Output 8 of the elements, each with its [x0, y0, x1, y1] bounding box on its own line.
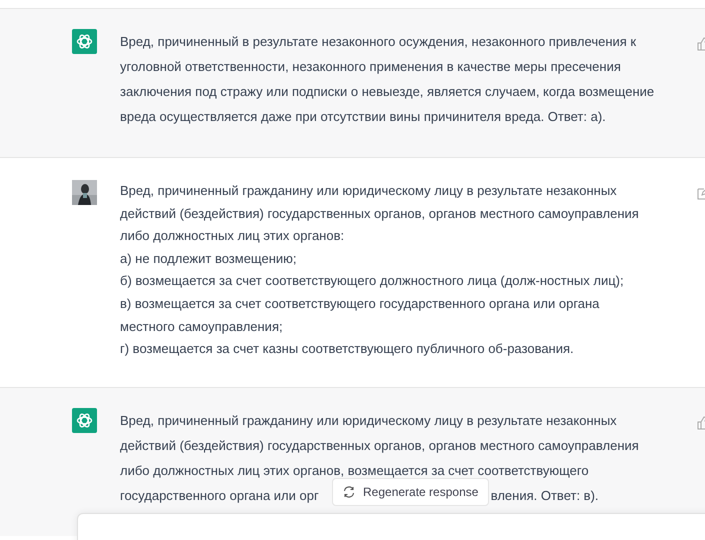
- message-text: вления. Ответ: в).: [490, 486, 599, 505]
- assistant-logo-icon: [72, 29, 97, 54]
- refresh-icon: [343, 486, 355, 498]
- assistant-logo-icon: [72, 408, 97, 433]
- message-text: Вред, причиненный гражданину или юридическому лицу в результате незаконных действий (бездействия) государственных органов, органов местного самоуправления либо должностных лиц этих органов: а) не подлежит возмещению; б) возмещается за счет соответствующего должностного лица (долж-ностных лиц); в) возмещается за счет соответствующего государственного органа или органа местного самоуправления; г) возмещается за счет казны соответствующего публичного об-разования.: [120, 182, 639, 358]
- message-text: Вред, причиненный в результате незаконного осуждения, незаконного привлечения к уголовной ответственности, незаконного применения в качестве меры пресечения заключения под стражу или подписки о невыезде, является случаем, когда возмещение вреда осуществляется даже при отсутствии вины причинителя вреда. Ответ: а).: [120, 33, 654, 126]
- regenerate-button[interactable]: Regenerate response: [332, 478, 490, 506]
- message-text: государственного органа или орг: [120, 486, 319, 505]
